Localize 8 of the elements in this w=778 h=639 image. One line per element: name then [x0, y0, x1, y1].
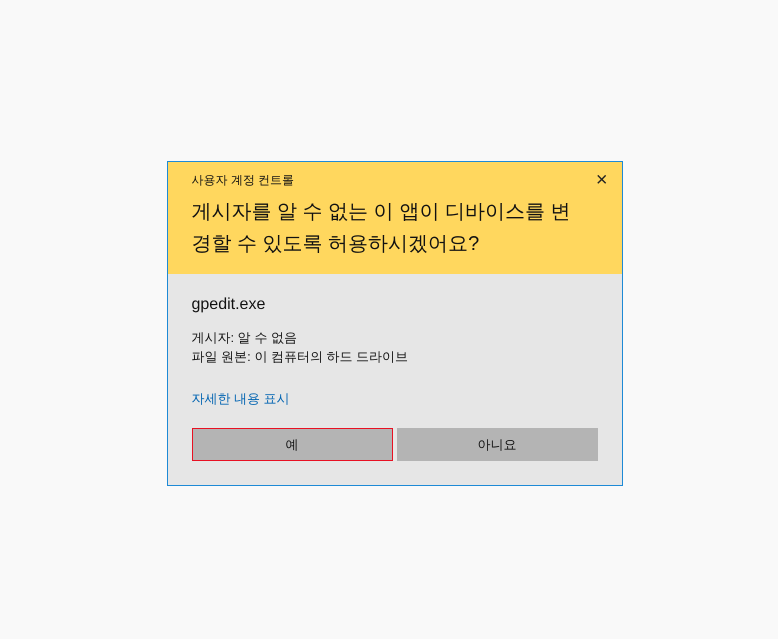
- detail-text: 게시자: 알 수 없음: [192, 329, 298, 347]
- dialog-button[interactable]: 아니요: [396, 428, 598, 461]
- program-name: gpedit.exe: [192, 296, 266, 314]
- detail-text: 파일 원본: 이 컴퓨터의 하드 드라이브: [192, 348, 410, 366]
- dialog-title: 사용자 계정 컨트롤: [192, 172, 294, 188]
- question-text: 게시자를 알 수 없는 이 앱이 디바이스를 변경할 수 있도록 허용하시겠어요?: [192, 200, 572, 257]
- dialog-button[interactable]: 예: [192, 428, 392, 461]
- details-link[interactable]: 자세한 내용 표시: [192, 390, 290, 408]
